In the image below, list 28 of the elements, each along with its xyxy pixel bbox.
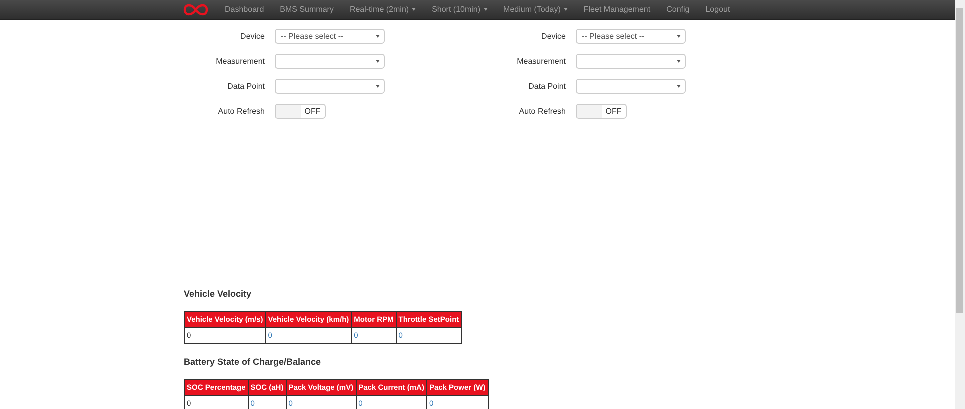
toggle-switch[interactable]: OFF: [275, 104, 326, 118]
nav-link[interactable]: Config: [658, 5, 698, 14]
field-label: Auto Refresh: [217, 106, 265, 116]
logo-icon[interactable]: [183, 2, 209, 16]
field-label: Auto Refresh: [518, 106, 566, 116]
field-label: Data Point: [226, 82, 265, 90]
select-field[interactable]: -- Please select --: [275, 28, 385, 44]
nav-link[interactable]: Medium (Today): [496, 5, 576, 14]
scrollbar[interactable]: [955, 0, 965, 409]
section-title: Battery State of Charge/Balance: [184, 357, 322, 367]
nav-link[interactable]: Short (10min): [424, 5, 496, 14]
field-label: Measurement: [516, 56, 566, 66]
nav-link[interactable]: Real-time (2min): [342, 5, 424, 14]
select-field[interactable]: -- Please select --: [576, 28, 686, 44]
nav-link[interactable]: Fleet Management: [576, 5, 659, 14]
nav-link[interactable]: Logout: [698, 5, 738, 14]
field-label: Device: [540, 32, 566, 40]
select-field[interactable]: [576, 54, 686, 68]
nav-link[interactable]: Dashboard: [217, 5, 272, 14]
field-label: Data Point: [528, 82, 566, 90]
toggle-switch[interactable]: OFF: [576, 104, 627, 118]
select-field[interactable]: [275, 54, 385, 68]
nav-link[interactable]: BMS Summary: [272, 5, 342, 14]
section-title: Vehicle Velocity: [184, 289, 253, 299]
field-label: Device: [240, 32, 265, 40]
select-field[interactable]: [576, 78, 686, 94]
select-field[interactable]: [275, 78, 385, 94]
field-label: Measurement: [215, 56, 265, 66]
